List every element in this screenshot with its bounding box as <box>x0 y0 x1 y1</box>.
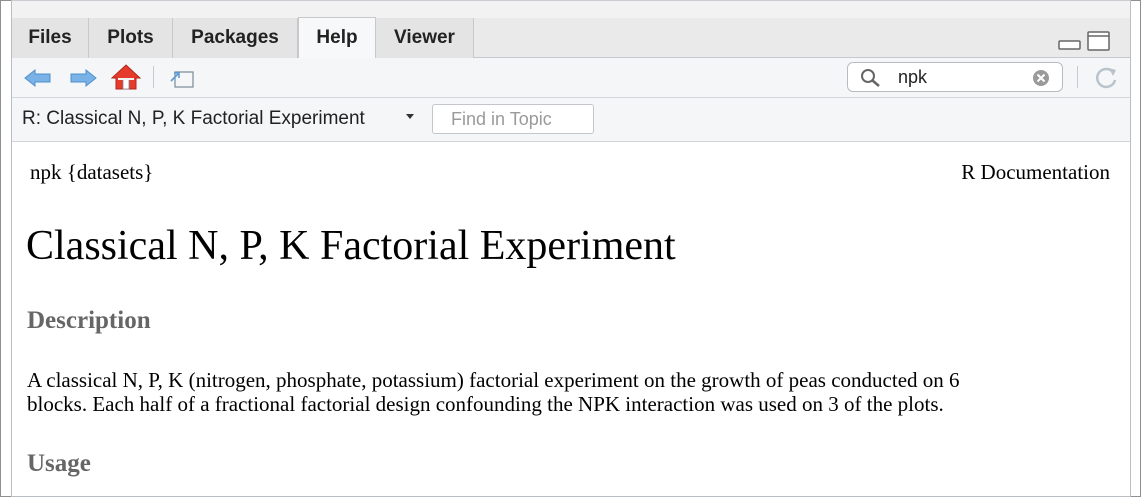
window-border-left <box>0 0 1 497</box>
tab-bar: Files Plots Packages Help Viewer <box>12 17 1130 58</box>
search-icon <box>861 69 880 87</box>
arrow-left-icon[interactable] <box>24 68 52 88</box>
topic-dropdown[interactable]: R: Classical N, P, K Factorial Experimen… <box>22 108 365 130</box>
help-pane: Files Plots Packages Help Viewer npk R: … <box>11 0 1131 497</box>
find-in-topic-box <box>432 104 594 134</box>
page-title: Classical N, P, K Factorial Experiment <box>26 223 676 269</box>
maximize-icon[interactable] <box>1087 31 1110 51</box>
popout-icon[interactable] <box>169 67 195 89</box>
clear-search-icon[interactable] <box>1032 69 1050 87</box>
description-heading: Description <box>27 307 151 334</box>
chevron-down-icon[interactable] <box>406 114 414 119</box>
package-label: npk {datasets} <box>30 160 154 184</box>
tab-help[interactable]: Help <box>298 17 376 58</box>
help-toolbar <box>12 58 1130 98</box>
help-content: npk {datasets} R Documentation Classical… <box>12 142 1130 496</box>
r-documentation-label: R Documentation <box>961 160 1110 184</box>
toolbar-separator-2 <box>1077 66 1078 88</box>
help-search-input[interactable] <box>898 66 1028 88</box>
minimize-icon[interactable] <box>1058 31 1081 51</box>
arrow-right-icon[interactable] <box>69 68 97 88</box>
topic-bar: R: Classical N, P, K Factorial Experimen… <box>12 98 1130 142</box>
usage-heading: Usage <box>27 450 91 477</box>
tab-files[interactable]: Files <box>12 18 89 58</box>
find-in-topic-input[interactable] <box>451 109 591 129</box>
tab-packages[interactable]: Packages <box>173 18 298 58</box>
toolbar-separator <box>153 66 154 88</box>
tab-plots[interactable]: Plots <box>89 18 173 58</box>
description-line: A classical N, P, K (nitrogen, phosphate… <box>27 368 960 392</box>
tabstrip-background <box>12 1 1130 18</box>
description-text: A classical N, P, K (nitrogen, phosphate… <box>27 368 1117 416</box>
help-search-box <box>847 62 1063 92</box>
home-icon[interactable] <box>110 63 142 91</box>
description-line: blocks. Each half of a fractional factor… <box>27 392 944 416</box>
refresh-icon[interactable] <box>1092 65 1120 91</box>
tab-viewer[interactable]: Viewer <box>376 18 474 58</box>
